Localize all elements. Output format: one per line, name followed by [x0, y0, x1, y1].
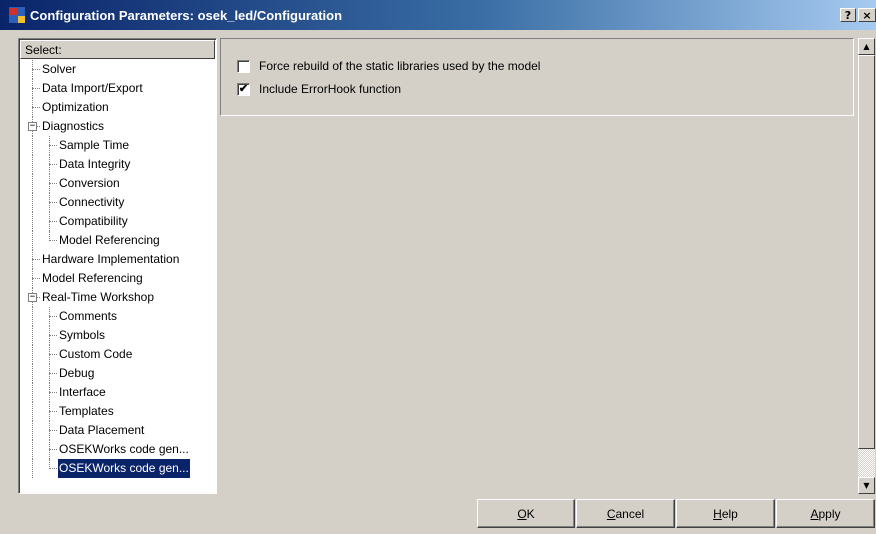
- tree-item[interactable]: Model Referencing: [19, 231, 216, 250]
- ok-button-label: OK: [517, 506, 535, 521]
- tree-item[interactable]: − Real-Time Workshop: [19, 288, 216, 307]
- settings-tree: Solver Data Import/Export Optimization − Dia…: [19, 59, 216, 479]
- force-rebuild-option[interactable]: Force rebuild of the static libraries us…: [237, 58, 540, 74]
- tree-item-label: Custom Code: [59, 347, 133, 361]
- help-button-label: Help: [713, 506, 738, 521]
- tree-item[interactable]: Conversion: [19, 174, 216, 193]
- tree-item-label: Data Placement: [59, 423, 145, 437]
- include-errorhook-label: Include ErrorHook function: [259, 82, 402, 96]
- apply-button-label: Apply: [810, 506, 841, 521]
- cancel-button-label: Cancel: [606, 506, 645, 521]
- options-group: Force rebuild of the static libraries us…: [220, 38, 854, 116]
- scroll-up-button[interactable]: ▲: [858, 38, 875, 55]
- tree-item-label: Templates: [59, 404, 114, 418]
- tree-item-label: Interface: [59, 385, 106, 399]
- settings-content-pane: Force rebuild of the static libraries us…: [220, 38, 856, 491]
- tree-item[interactable]: Symbols: [19, 326, 216, 345]
- help-button[interactable]: Help: [676, 499, 775, 528]
- tree-item-label: Real-Time Workshop: [42, 290, 155, 304]
- tree-item-label: Debug: [59, 366, 95, 380]
- collapse-toggle-icon[interactable]: −: [28, 293, 37, 302]
- window-title: Configuration Parameters: osek_led/Confi…: [30, 7, 343, 23]
- arrow-down-icon: ▼: [863, 481, 870, 490]
- tree-item-label: Connectivity: [59, 195, 125, 209]
- settings-tree-panel: Select: Solver Data Import/Export Optimiza…: [18, 38, 217, 494]
- scrollbar-track[interactable]: [858, 449, 875, 477]
- tree-item[interactable]: Custom Code: [19, 345, 216, 364]
- checkmark-icon: ✔: [238, 82, 249, 95]
- scrollbar-thumb[interactable]: [858, 55, 875, 449]
- question-mark-icon: ?: [844, 8, 852, 22]
- scroll-down-button[interactable]: ▼: [858, 477, 875, 494]
- tree-item-label: OSEKWorks code gen...: [59, 442, 189, 456]
- tree-item-label: Optimization: [42, 100, 109, 114]
- tree-item-label: Conversion: [59, 176, 120, 190]
- tree-item[interactable]: Comments: [19, 307, 216, 326]
- collapse-toggle-icon[interactable]: −: [28, 122, 37, 131]
- tree-item-label: Hardware Implementation: [42, 252, 180, 266]
- force-rebuild-label: Force rebuild of the static libraries us…: [259, 59, 541, 73]
- tree-item[interactable]: Debug: [19, 364, 216, 383]
- tree-item[interactable]: Compatibility: [19, 212, 216, 231]
- tree-item-label: Solver: [42, 62, 77, 76]
- tree-item[interactable]: Hardware Implementation: [19, 250, 216, 269]
- cancel-button[interactable]: Cancel: [576, 499, 675, 528]
- tree-item-label: Comments: [59, 309, 118, 323]
- help-title-button[interactable]: ?: [840, 8, 856, 22]
- tree-item-label: Data Integrity: [59, 157, 131, 171]
- simulink-app-icon: [8, 6, 26, 24]
- tree-header-select: Select:: [20, 40, 215, 59]
- tree-item[interactable]: OSEKWorks code gen...: [19, 458, 216, 479]
- tree-item-label: OSEKWorks code gen...: [57, 458, 191, 479]
- tree-item[interactable]: Interface: [19, 383, 216, 402]
- tree-item[interactable]: Optimization: [19, 98, 216, 117]
- tree-item[interactable]: Solver: [19, 60, 216, 79]
- tree-item[interactable]: Templates: [19, 402, 216, 421]
- include-errorhook-checkbox[interactable]: ✔: [237, 82, 250, 96]
- tree-item-label: Diagnostics: [42, 119, 105, 133]
- title-bar: Configuration Parameters: osek_led/Confi…: [0, 0, 876, 30]
- tree-item-label: Model Referencing: [59, 233, 160, 247]
- tree-item[interactable]: Data Integrity: [19, 155, 216, 174]
- tree-item-label: Model Referencing: [42, 271, 143, 285]
- apply-button[interactable]: Apply: [776, 499, 875, 528]
- arrow-up-icon: ▲: [863, 42, 870, 51]
- tree-item-label: Symbols: [59, 328, 106, 342]
- close-button[interactable]: ×: [858, 8, 876, 22]
- include-errorhook-option[interactable]: ✔ Include ErrorHook function: [237, 81, 401, 97]
- tree-item[interactable]: OSEKWorks code gen...: [19, 440, 216, 459]
- close-icon: ×: [862, 8, 872, 22]
- vertical-scrollbar[interactable]: ▲ ▼: [858, 38, 875, 494]
- tree-item[interactable]: Model Referencing: [19, 269, 216, 288]
- tree-item[interactable]: − Diagnostics: [19, 117, 216, 136]
- tree-item[interactable]: Data Import/Export: [19, 79, 216, 98]
- tree-item-label: Data Import/Export: [42, 81, 143, 95]
- tree-item-label: Compatibility: [59, 214, 128, 228]
- tree-item[interactable]: Connectivity: [19, 193, 216, 212]
- force-rebuild-checkbox[interactable]: [237, 59, 250, 73]
- ok-button[interactable]: OK: [477, 499, 575, 528]
- tree-item[interactable]: Sample Time: [19, 136, 216, 155]
- tree-item[interactable]: Data Placement: [19, 421, 216, 440]
- tree-item-label: Sample Time: [59, 138, 130, 152]
